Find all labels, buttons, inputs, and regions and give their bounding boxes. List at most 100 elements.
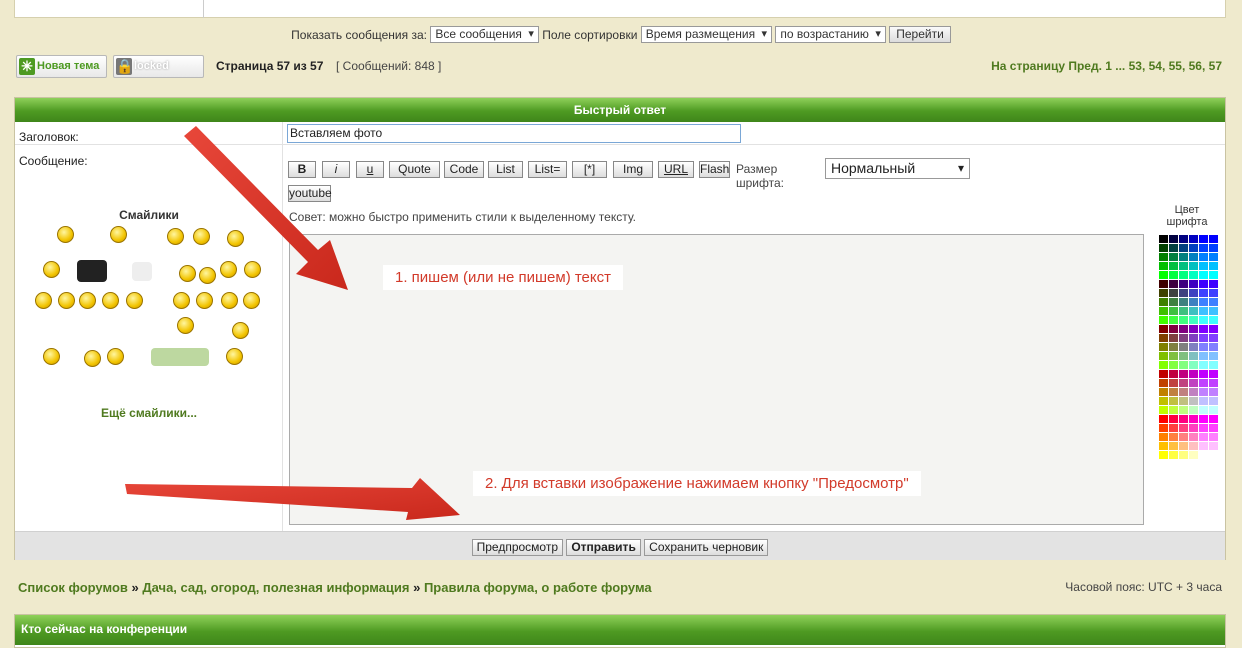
color-swatch[interactable] <box>1159 244 1169 253</box>
bbcode-button-10[interactable]: Flash <box>699 161 730 178</box>
color-swatch[interactable] <box>1209 280 1219 289</box>
color-swatch[interactable] <box>1159 361 1169 370</box>
color-swatch[interactable] <box>1159 253 1169 262</box>
color-swatch[interactable] <box>1199 370 1209 379</box>
color-swatch[interactable] <box>1179 307 1189 316</box>
color-swatch[interactable] <box>1179 451 1189 460</box>
color-swatch[interactable] <box>1159 388 1169 397</box>
color-swatch[interactable] <box>1199 451 1209 460</box>
color-swatch[interactable] <box>1199 406 1209 415</box>
color-swatch[interactable] <box>1179 442 1189 451</box>
color-swatch[interactable] <box>1209 361 1219 370</box>
color-swatch[interactable] <box>1159 433 1169 442</box>
color-swatch[interactable] <box>1209 253 1219 262</box>
color-swatch[interactable] <box>1209 433 1219 442</box>
color-swatch[interactable] <box>1179 370 1189 379</box>
color-swatch[interactable] <box>1209 379 1219 388</box>
color-swatch[interactable] <box>1169 343 1179 352</box>
color-swatch[interactable] <box>1189 271 1199 280</box>
smiley-icon[interactable] <box>84 350 101 367</box>
color-palette[interactable] <box>1159 235 1219 460</box>
color-swatch[interactable] <box>1159 325 1169 334</box>
smiley-icon[interactable] <box>77 260 107 282</box>
color-swatch[interactable] <box>1189 325 1199 334</box>
submit-button[interactable]: Отправить <box>566 539 641 556</box>
message-textarea[interactable]: 1. пишем (или не пишем) текст 2. Для вст… <box>289 234 1144 525</box>
color-swatch[interactable] <box>1189 307 1199 316</box>
color-swatch[interactable] <box>1209 415 1219 424</box>
color-swatch[interactable] <box>1159 370 1169 379</box>
color-swatch[interactable] <box>1199 316 1209 325</box>
color-swatch[interactable] <box>1179 253 1189 262</box>
bbcode-button-5[interactable]: List <box>488 161 523 178</box>
smiley-icon[interactable] <box>167 228 184 245</box>
bbcode-button-6[interactable]: List= <box>528 161 567 178</box>
smiley-icon[interactable] <box>43 348 60 365</box>
color-swatch[interactable] <box>1209 424 1219 433</box>
color-swatch[interactable] <box>1169 397 1179 406</box>
color-swatch[interactable] <box>1209 370 1219 379</box>
color-swatch[interactable] <box>1159 316 1169 325</box>
color-swatch[interactable] <box>1209 406 1219 415</box>
color-swatch[interactable] <box>1179 415 1189 424</box>
color-swatch[interactable] <box>1199 442 1209 451</box>
color-swatch[interactable] <box>1189 451 1199 460</box>
save-draft-button[interactable]: Сохранить черновик <box>644 539 769 556</box>
color-swatch[interactable] <box>1199 424 1209 433</box>
color-swatch[interactable] <box>1169 298 1179 307</box>
color-swatch[interactable] <box>1189 334 1199 343</box>
color-swatch[interactable] <box>1209 235 1219 244</box>
smiley-icon[interactable] <box>102 292 119 309</box>
color-swatch[interactable] <box>1189 370 1199 379</box>
color-swatch[interactable] <box>1159 280 1169 289</box>
color-swatch[interactable] <box>1199 334 1209 343</box>
color-swatch[interactable] <box>1169 244 1179 253</box>
color-swatch[interactable] <box>1209 388 1219 397</box>
smiley-icon[interactable] <box>179 265 196 282</box>
color-swatch[interactable] <box>1169 307 1179 316</box>
color-swatch[interactable] <box>1189 244 1199 253</box>
color-swatch[interactable] <box>1209 343 1219 352</box>
page-navigation[interactable]: На страницу Пред. 1 ... 53, 54, 55, 56, … <box>991 59 1222 73</box>
locked-button[interactable]: 🔒 locked <box>113 55 204 78</box>
color-swatch[interactable] <box>1179 262 1189 271</box>
subject-input[interactable]: Вставляем фото <box>287 124 741 143</box>
color-swatch[interactable] <box>1179 271 1189 280</box>
color-swatch[interactable] <box>1159 289 1169 298</box>
color-swatch[interactable] <box>1199 235 1209 244</box>
color-swatch[interactable] <box>1199 280 1209 289</box>
color-swatch[interactable] <box>1169 253 1179 262</box>
color-swatch[interactable] <box>1199 262 1209 271</box>
color-swatch[interactable] <box>1189 388 1199 397</box>
color-swatch[interactable] <box>1159 397 1169 406</box>
color-swatch[interactable] <box>1169 289 1179 298</box>
smiley-icon[interactable] <box>58 292 75 309</box>
color-swatch[interactable] <box>1199 352 1209 361</box>
color-swatch[interactable] <box>1159 343 1169 352</box>
color-swatch[interactable] <box>1199 325 1209 334</box>
smiley-icon[interactable] <box>132 262 152 281</box>
smiley-icon[interactable] <box>79 292 96 309</box>
smiley-icon[interactable] <box>57 226 74 243</box>
bbcode-button-2[interactable]: u <box>356 161 384 178</box>
color-swatch[interactable] <box>1189 298 1199 307</box>
color-swatch[interactable] <box>1199 289 1209 298</box>
color-swatch[interactable] <box>1189 406 1199 415</box>
color-swatch[interactable] <box>1179 244 1189 253</box>
color-swatch[interactable] <box>1199 343 1209 352</box>
smiley-icon[interactable] <box>221 292 238 309</box>
preview-button[interactable]: Предпросмотр <box>471 539 563 556</box>
smiley-icon[interactable] <box>193 228 210 245</box>
color-swatch[interactable] <box>1169 235 1179 244</box>
color-swatch[interactable] <box>1169 379 1179 388</box>
color-swatch[interactable] <box>1199 397 1209 406</box>
color-swatch[interactable] <box>1189 316 1199 325</box>
color-swatch[interactable] <box>1169 271 1179 280</box>
go-button[interactable]: Перейти <box>889 26 951 43</box>
color-swatch[interactable] <box>1189 424 1199 433</box>
smiley-icon[interactable] <box>220 261 237 278</box>
color-swatch[interactable] <box>1179 424 1189 433</box>
font-size-select[interactable]: Нормальный <box>825 158 970 179</box>
color-swatch[interactable] <box>1159 415 1169 424</box>
more-smilies-link[interactable]: Ещё смайлики... <box>15 406 283 420</box>
